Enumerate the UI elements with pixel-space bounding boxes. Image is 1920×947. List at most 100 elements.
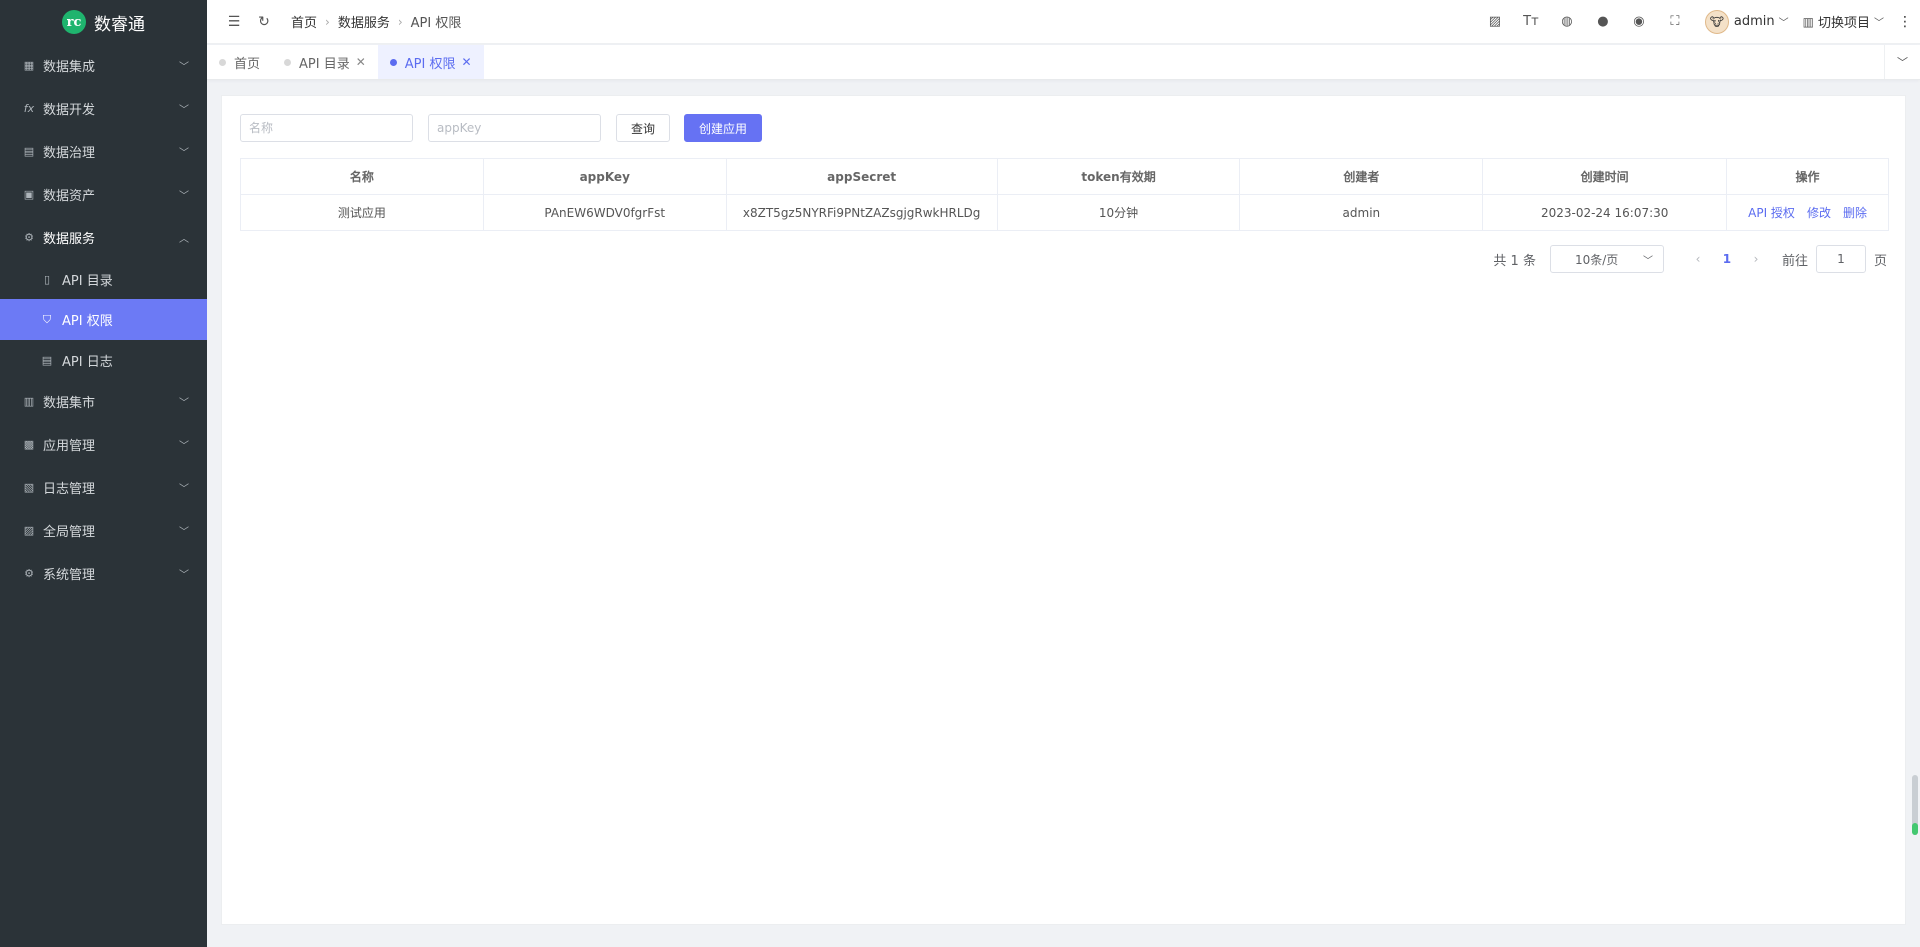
image-search-icon[interactable]: ▨ bbox=[1477, 14, 1513, 29]
column-header-token-expiry: token有效期 bbox=[996, 158, 1241, 195]
sidebar-item-data-development[interactable]: fx 数据开发 ﹀ bbox=[0, 87, 207, 130]
breadcrumb-current: API 权限 bbox=[410, 16, 462, 31]
close-icon[interactable]: ✕ bbox=[356, 55, 366, 69]
sidebar-item-label: 全局管理 bbox=[43, 525, 96, 540]
sidebar: rc 数睿通 ▦ 数据集成 ﹀ fx 数据开发 ﹀ ▤ 数据治理 ﹀ ▣ 数据资… bbox=[0, 0, 207, 947]
chevron-right-icon: › bbox=[397, 14, 403, 29]
apps-icon: ▩ bbox=[23, 438, 35, 451]
pagination: 共 1 条 10条/页 ﹀ ‹ 1 › 前往 页 bbox=[1493, 245, 1887, 273]
sidebar-item-data-integration[interactable]: ▦ 数据集成 ﹀ bbox=[0, 44, 207, 87]
appkey-search-input[interactable] bbox=[428, 114, 601, 142]
switch-project-button[interactable]: ▥ 切换项目 ﹀ bbox=[1803, 12, 1884, 32]
chevron-down-icon: ﹀ bbox=[179, 148, 189, 159]
sidebar-item-label: API 日志 bbox=[62, 354, 113, 370]
gear-icon: ⚙ bbox=[24, 567, 34, 580]
sidebar-item-app-management[interactable]: ▩ 应用管理 ﹀ bbox=[0, 423, 207, 466]
page-number[interactable]: 1 bbox=[1712, 252, 1742, 266]
column-header-actions: 操作 bbox=[1726, 158, 1889, 195]
query-button[interactable]: 查询 bbox=[616, 114, 671, 142]
cell-creator: admin bbox=[1239, 194, 1484, 231]
breadcrumb-home[interactable]: 首页 bbox=[291, 12, 317, 31]
sidebar-item-label: 数据开发 bbox=[43, 103, 96, 118]
sidebar-item-label: 应用管理 bbox=[43, 439, 96, 454]
next-page-icon[interactable]: › bbox=[1742, 252, 1770, 266]
page-size-select[interactable]: 10条/页 ﹀ bbox=[1549, 245, 1664, 273]
sidebar-subitem-api-permission[interactable]: ⛉ API 权限 bbox=[0, 299, 207, 340]
sidebar-item-label: 数据治理 bbox=[43, 146, 96, 161]
chevron-down-icon: ﹀ bbox=[179, 398, 189, 409]
sidebar-item-label: 数据服务 bbox=[43, 232, 96, 247]
sidebar-item-data-assets[interactable]: ▣ 数据资产 ﹀ bbox=[0, 173, 207, 216]
log-icon: ▧ bbox=[23, 481, 35, 494]
log-icon: ▤ bbox=[41, 353, 53, 367]
sidebar-item-global-management[interactable]: ▨ 全局管理 ﹀ bbox=[0, 509, 207, 552]
switch-project-label: 切换项目 bbox=[1817, 16, 1870, 31]
goto-suffix: 页 bbox=[1873, 253, 1887, 269]
tab-home[interactable]: 首页 bbox=[207, 45, 272, 79]
main-card: 查询 创建应用 名称 appKey appSecret token有效期 创建者… bbox=[221, 95, 1906, 925]
apps-table: 名称 appKey appSecret token有效期 创建者 创建时间 操作… bbox=[240, 158, 1889, 231]
chevron-down-icon: ﹀ bbox=[179, 570, 189, 581]
chevron-down-icon: ﹀ bbox=[179, 105, 189, 116]
prev-page-icon[interactable]: ‹ bbox=[1684, 252, 1712, 266]
more-vertical-icon[interactable]: ⋮ bbox=[1898, 14, 1912, 30]
sidebar-item-data-mart[interactable]: ▥ 数据集市 ﹀ bbox=[0, 380, 207, 423]
breadcrumb-data-service[interactable]: 数据服务 bbox=[338, 12, 390, 31]
gitee-icon[interactable]: ◉ bbox=[1621, 14, 1657, 29]
sidebar-subitem-api-log[interactable]: ▤ API 日志 bbox=[0, 340, 207, 380]
page-tabs: 首页 API 目录 ✕ API 权限 ✕ ﹀ bbox=[207, 45, 1920, 80]
sidebar-item-label: 日志管理 bbox=[43, 482, 96, 497]
fullscreen-icon[interactable]: ⛶ bbox=[1657, 14, 1693, 29]
tab-label: 首页 bbox=[234, 56, 261, 72]
avatar: 🐮 bbox=[1704, 9, 1729, 34]
chevron-down-icon: ﹀ bbox=[179, 62, 189, 73]
sidebar-item-system-management[interactable]: ⚙ 系统管理 ﹀ bbox=[0, 552, 207, 595]
tab-api-catalog[interactable]: API 目录 ✕ bbox=[272, 45, 378, 79]
chevron-down-icon: ﹀ bbox=[1778, 18, 1789, 29]
asset-icon: ▣ bbox=[23, 188, 35, 201]
globe-icon[interactable]: ◍ bbox=[1549, 14, 1585, 29]
logo[interactable]: rc 数睿通 bbox=[0, 0, 207, 44]
user-menu[interactable]: 🐮 admin ﹀ bbox=[1704, 9, 1789, 34]
delete-link[interactable]: 删除 bbox=[1843, 206, 1867, 220]
column-header-appsecret: appSecret bbox=[725, 158, 998, 195]
cell-token-expiry: 10分钟 bbox=[996, 194, 1241, 231]
pagination-total: 共 1 条 bbox=[1493, 253, 1536, 269]
chevron-down-icon: ﹀ bbox=[179, 527, 189, 538]
tab-dot bbox=[219, 58, 226, 66]
close-icon[interactable]: ✕ bbox=[461, 55, 471, 69]
create-app-button[interactable]: 创建应用 bbox=[684, 114, 763, 142]
tab-api-permission[interactable]: API 权限 ✕ bbox=[377, 45, 484, 79]
tabs-dropdown[interactable]: ﹀ bbox=[1884, 45, 1920, 79]
sidebar-item-log-management[interactable]: ▧ 日志管理 ﹀ bbox=[0, 466, 207, 509]
service-icon: ⚙ bbox=[24, 231, 34, 244]
page-scrollbar[interactable] bbox=[1912, 775, 1918, 835]
document-icon: ▯ bbox=[43, 272, 51, 286]
global-icon: ▨ bbox=[23, 524, 35, 537]
sidebar-item-label: API 权限 bbox=[62, 314, 113, 329]
chevron-down-icon: ﹀ bbox=[1874, 18, 1884, 29]
cell-actions: API 授权 修改 删除 bbox=[1726, 194, 1889, 231]
logo-icon: rc bbox=[62, 10, 86, 34]
cell-name: 测试应用 bbox=[240, 194, 484, 231]
edit-link[interactable]: 修改 bbox=[1807, 206, 1831, 220]
sidebar-subitem-api-catalog[interactable]: ▯ API 目录 bbox=[0, 259, 207, 299]
mart-icon: ▥ bbox=[23, 395, 35, 408]
sidebar-item-data-governance[interactable]: ▤ 数据治理 ﹀ bbox=[0, 130, 207, 173]
github-icon[interactable]: ● bbox=[1585, 14, 1621, 29]
chevron-down-icon: ﹀ bbox=[1642, 255, 1653, 267]
grid-icon: ▦ bbox=[23, 59, 35, 72]
sidebar-item-data-service[interactable]: ⚙ 数据服务 ︿ bbox=[0, 216, 207, 259]
chevron-down-icon: ﹀ bbox=[179, 191, 189, 202]
goto-page-input[interactable] bbox=[1815, 245, 1866, 273]
tab-label: API 权限 bbox=[404, 56, 456, 72]
menu-fold-icon[interactable]: ☰ bbox=[219, 14, 249, 30]
font-size-icon[interactable]: Tт bbox=[1513, 14, 1549, 29]
shield-icon: ⛉ bbox=[42, 312, 52, 326]
name-search-input[interactable] bbox=[240, 114, 413, 142]
chevron-up-icon: ︿ bbox=[179, 234, 189, 245]
cell-created-time: 2023-02-24 16:07:30 bbox=[1482, 194, 1728, 231]
refresh-icon[interactable]: ↻ bbox=[249, 14, 279, 30]
api-authorize-link[interactable]: API 授权 bbox=[1748, 206, 1795, 220]
function-icon: fx bbox=[23, 102, 35, 115]
